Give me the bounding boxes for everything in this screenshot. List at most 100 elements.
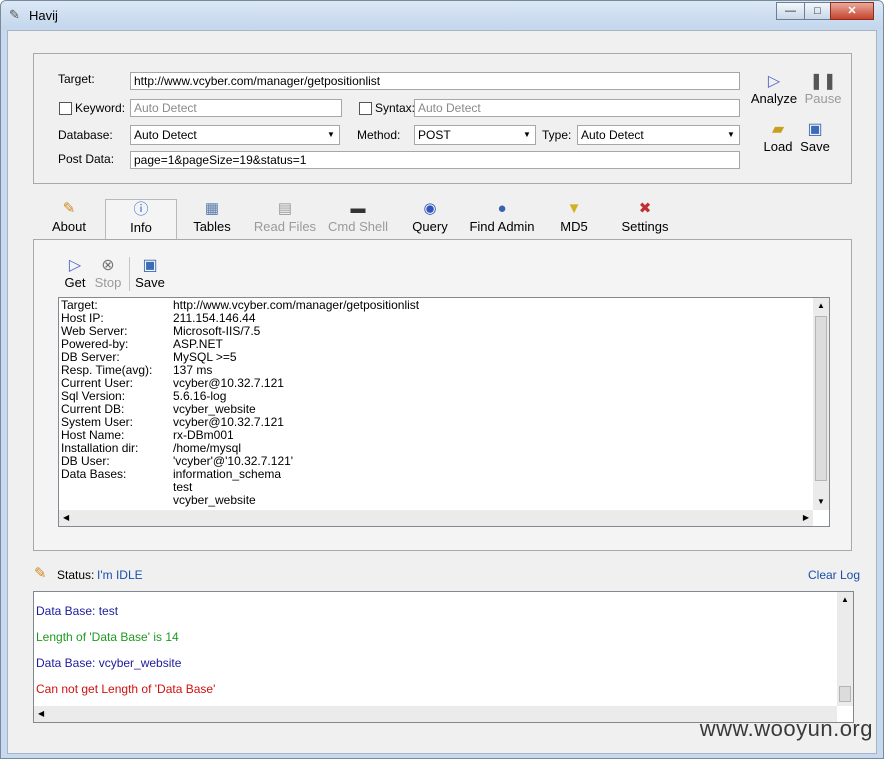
info-value: vcyber_website <box>173 493 256 507</box>
close-button[interactable]: ✕ <box>830 2 874 20</box>
log-line: Can not get Length of 'Data Base' <box>36 682 216 696</box>
tab-about[interactable]: ✎ About <box>41 199 97 241</box>
info-value: rx-DBm001 <box>173 428 234 442</box>
get-label: Get <box>64 275 86 290</box>
chevron-down-icon[interactable]: ▼ <box>723 126 739 144</box>
type-select[interactable]: Auto Detect ▼ <box>577 125 740 145</box>
info-value: 137 ms <box>173 363 213 377</box>
pause-label: Pause <box>804 91 842 106</box>
info-value: vcyber@10.32.7.121 <box>173 376 284 390</box>
syntax-checkbox[interactable] <box>359 102 372 115</box>
postdata-input[interactable]: page=1&pageSize=19&status=1 <box>130 151 740 169</box>
log-line: Length of 'Data Base' is 14 <box>36 630 179 644</box>
pause-icon: ❚❚ <box>809 73 837 90</box>
save-info-label: Save <box>135 275 165 290</box>
database-select[interactable]: Auto Detect ▼ <box>130 125 340 145</box>
folder-icon: ▰ <box>771 121 785 138</box>
analyze-label: Analyze <box>750 91 798 106</box>
target-label: Target: <box>58 72 95 86</box>
tab-read-files-label: Read Files <box>253 219 317 234</box>
method-select[interactable]: POST ▼ <box>414 125 536 145</box>
tab-read-files[interactable]: ▤ Read Files <box>249 199 321 241</box>
stop-button[interactable]: ⊗ Stop <box>91 257 125 290</box>
info-value: test <box>173 480 193 494</box>
havij-app-icon: ✎ <box>9 7 20 22</box>
scroll-thumb[interactable] <box>815 316 827 481</box>
log-line: Data Base: test <box>36 604 119 618</box>
tab-cmd-shell-label: Cmd Shell <box>328 219 388 234</box>
maximize-button[interactable]: □ <box>804 2 831 20</box>
info-value: 'vcyber'@'10.32.7.121' <box>173 454 294 468</box>
log-output[interactable]: Data Base: test Length of 'Data Base' is … <box>33 591 854 723</box>
info-row: Data Bases: information_schema <box>61 468 281 481</box>
havij-window: ✎ Havij — □ ✕ Target: http://www.vcyber.… <box>0 0 884 759</box>
info-value: Microsoft-IIS/7.5 <box>173 324 261 338</box>
status-value: I'm IDLE <box>97 568 143 582</box>
clear-log-link[interactable]: Clear Log <box>808 568 860 582</box>
method-label: Method: <box>357 128 401 142</box>
info-output[interactable]: Target: http://www.vcyber.com/manager/get… <box>58 297 830 527</box>
postdata-label: Post Data: <box>58 152 115 166</box>
log-vertical-scrollbar[interactable]: ▲ <box>837 592 853 706</box>
type-select-value: Auto Detect <box>581 128 644 142</box>
database-select-value: Auto Detect <box>134 128 197 142</box>
tab-about-label: About <box>52 219 86 234</box>
funnel-icon: ▼ <box>566 200 582 217</box>
keyword-input[interactable]: Auto Detect <box>130 99 342 117</box>
tab-tables-label: Tables <box>193 219 231 234</box>
tab-settings[interactable]: ✖ Settings <box>612 199 678 241</box>
client-area: Target: http://www.vcyber.com/manager/ge… <box>7 30 877 754</box>
info-value: information_schema <box>173 467 282 481</box>
status-label: Status: <box>57 568 95 582</box>
target-input[interactable]: http://www.vcyber.com/manager/getpositio… <box>130 72 740 90</box>
scroll-right-icon[interactable]: ▶ <box>803 510 809 526</box>
floppy-icon: ▣ <box>807 121 823 138</box>
keyword-checkbox[interactable] <box>59 102 72 115</box>
log-line: Data Base: vcyber_website <box>36 656 182 670</box>
save-config-button[interactable]: ▣ Save <box>798 121 832 154</box>
tab-query[interactable]: ◉ Query <box>402 199 458 241</box>
info-value: vcyber@10.32.7.121 <box>173 415 284 429</box>
tab-cmd-shell[interactable]: ▬ Cmd Shell <box>322 199 394 241</box>
chevron-down-icon[interactable]: ▼ <box>323 126 339 144</box>
scroll-down-icon[interactable]: ▼ <box>813 494 829 510</box>
info-icon: ⓘ <box>133 201 149 218</box>
info-value: http://www.vcyber.com/manager/getpositio… <box>173 298 420 312</box>
syntax-input[interactable]: Auto Detect <box>414 99 740 117</box>
info-value: 211.154.146.44 <box>173 311 256 325</box>
tab-md5-label: MD5 <box>560 219 588 234</box>
scroll-thumb[interactable] <box>839 686 851 702</box>
admin-icon: ● <box>497 200 507 217</box>
method-select-value: POST <box>418 128 451 142</box>
scroll-up-icon[interactable]: ▲ <box>837 592 853 608</box>
info-horizontal-scrollbar[interactable]: ◀ ▶ <box>59 510 813 526</box>
database-label: Database: <box>58 128 113 142</box>
load-button[interactable]: ▰ Load <box>760 121 796 154</box>
tab-find-admin[interactable]: ● Find Admin <box>463 199 541 241</box>
tab-find-admin-label: Find Admin <box>469 219 535 234</box>
table-icon: ▦ <box>204 200 220 217</box>
play-icon: ▷ <box>68 257 82 274</box>
save-info-button[interactable]: ▣ Save <box>133 257 167 290</box>
title-bar[interactable]: ✎ Havij — □ ✕ <box>1 1 883 29</box>
info-vertical-scrollbar[interactable]: ▲ ▼ <box>813 298 829 510</box>
info-row: vcyber_website <box>61 494 256 507</box>
file-icon: ▤ <box>277 200 293 217</box>
pencil-icon: ✎ <box>62 200 76 217</box>
save-config-label: Save <box>800 139 830 154</box>
scroll-up-icon[interactable]: ▲ <box>813 298 829 314</box>
tab-info-label: Info <box>130 220 152 235</box>
analyze-button[interactable]: ▷ Analyze <box>749 73 799 106</box>
tab-info[interactable]: ⓘ Info <box>105 199 177 242</box>
info-value: MySQL >=5 <box>173 350 237 364</box>
info-value: vcyber_website <box>173 402 256 416</box>
get-button[interactable]: ▷ Get <box>60 257 90 290</box>
query-icon: ◉ <box>423 200 437 217</box>
chevron-down-icon[interactable]: ▼ <box>519 126 535 144</box>
scroll-left-icon[interactable]: ◀ <box>63 510 69 526</box>
tab-md5[interactable]: ▼ MD5 <box>546 199 602 241</box>
pause-button[interactable]: ❚❚ Pause <box>803 73 843 106</box>
scroll-left-icon[interactable]: ◀ <box>38 706 44 722</box>
tab-tables[interactable]: ▦ Tables <box>184 199 240 241</box>
minimize-button[interactable]: — <box>776 2 805 20</box>
